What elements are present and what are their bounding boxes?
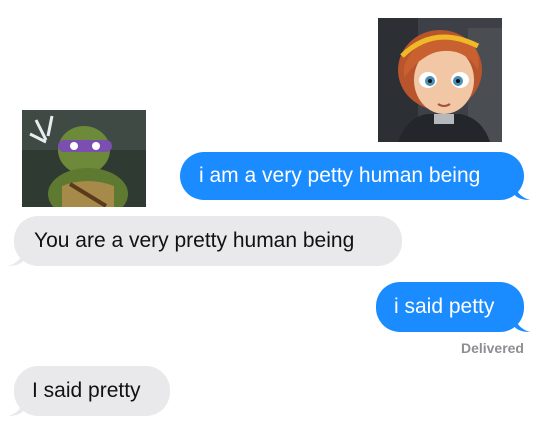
message-text: i said petty: [394, 295, 495, 318]
turtle-avatar-icon: [22, 110, 146, 207]
bubble-tail-icon: [8, 398, 24, 416]
bubble-tail-icon: [514, 182, 530, 200]
received-message-bubble: I said pretty: [8, 366, 170, 416]
sent-message-bubble: i am a very petty human being: [180, 152, 530, 200]
message-text: i am a very petty human being: [199, 164, 481, 187]
bubble-tail-icon: [8, 248, 24, 266]
received-message-bubble: You are a very pretty human being: [8, 216, 402, 266]
delivery-status: Delivered: [460, 340, 524, 356]
sent-message-bubble: i said petty: [376, 282, 530, 332]
girl-avatar-icon: [378, 18, 502, 142]
message-text: I said pretty: [32, 379, 141, 402]
message-text: You are a very pretty human being: [34, 229, 355, 252]
bubble-tail-icon: [514, 314, 530, 332]
